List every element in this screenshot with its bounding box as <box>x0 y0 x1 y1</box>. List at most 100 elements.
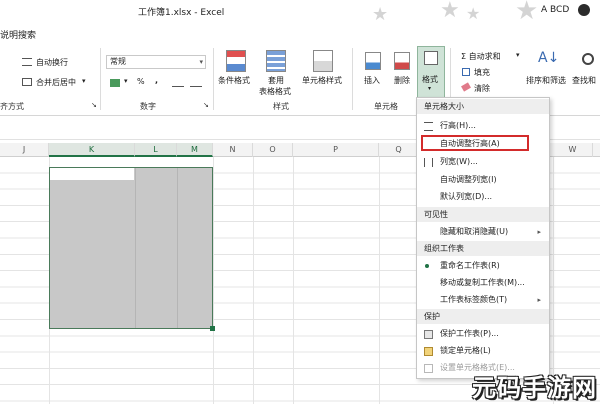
window-title: 工作簿1.xlsx - Excel <box>138 8 225 18</box>
grid-line <box>177 168 178 328</box>
chevron-down-icon[interactable]: ▾ <box>516 51 520 59</box>
column-header[interactable]: W <box>553 143 593 157</box>
cell-styles-icon[interactable] <box>313 50 333 72</box>
column-header[interactable]: O <box>253 143 293 157</box>
menu-item-lock-cell[interactable]: 锁定单元格(L) <box>417 343 549 359</box>
group-divider <box>352 48 353 110</box>
wrap-text-button[interactable]: 自动换行 <box>36 57 68 68</box>
chevron-down-icon: ▾ <box>199 58 203 66</box>
chevron-down-icon: ▾ <box>428 85 432 92</box>
comma-style-button[interactable]: , <box>155 76 158 85</box>
group-divider <box>213 48 214 110</box>
format-as-table-line2[interactable]: 表格格式 <box>259 86 291 97</box>
conditional-formatting-button[interactable]: 条件格式 <box>218 75 250 86</box>
cell-styles-button[interactable]: 单元格样式 <box>302 75 342 86</box>
menu-item-move-copy[interactable]: 移动或复制工作表(M)... <box>417 275 549 291</box>
watermark-text: 元码手游网 <box>472 374 597 402</box>
cells-group-label: 单元格 <box>374 102 398 111</box>
grid-line <box>379 157 380 404</box>
menu-item-protect-sheet[interactable]: 保护工作表(P)... <box>417 326 549 342</box>
grid-line <box>553 157 554 404</box>
submenu-arrow-icon: ▸ <box>537 228 541 236</box>
number-format-value: 常规 <box>110 57 126 66</box>
lock-icon <box>424 347 433 356</box>
sort-filter-button[interactable]: 排序和筛选 <box>526 75 566 86</box>
insert-cells-icon[interactable] <box>365 52 381 70</box>
chevron-down-icon[interactable]: ▾ <box>124 77 128 85</box>
delete-cells-icon[interactable] <box>394 52 410 70</box>
find-select-button[interactable]: 查找和 <box>572 75 596 86</box>
selected-range[interactable] <box>49 167 213 329</box>
star-decoration-icon: ★ <box>440 0 460 23</box>
grid-line <box>213 157 214 404</box>
chevron-down-icon[interactable]: ▾ <box>82 77 86 85</box>
column-header[interactable]: J <box>0 143 49 157</box>
menu-item-default-width[interactable]: 默认列宽(D)... <box>417 189 549 205</box>
search-icon <box>582 53 594 65</box>
excel-window: 工作簿1.xlsx - Excel ★ ★ ★ ★ A BCD 说明搜索 自动换… <box>0 0 600 404</box>
column-header[interactable]: P <box>293 143 379 157</box>
column-header[interactable]: L <box>135 143 177 157</box>
insert-button[interactable]: 插入 <box>364 75 380 86</box>
star-decoration-icon: ★ <box>466 4 481 23</box>
percent-button[interactable]: % <box>137 77 145 86</box>
merge-center-icon <box>22 78 32 86</box>
column-header[interactable]: Q <box>379 143 419 157</box>
menu-section-header: 组织工作表 <box>417 241 549 256</box>
grid-line <box>293 157 294 404</box>
format-icon <box>424 51 438 65</box>
menu-item-column-width[interactable]: 列宽(W)... <box>417 154 549 170</box>
column-header[interactable]: M <box>177 143 213 157</box>
delete-button[interactable]: 删除 <box>394 75 410 86</box>
menu-section-header: 单元格大小 <box>417 99 549 114</box>
format-cells-icon <box>424 364 433 373</box>
column-header[interactable]: N <box>213 143 253 157</box>
column-header[interactable]: K <box>49 143 135 157</box>
format-as-table-line1[interactable]: 套用 <box>268 75 284 86</box>
menu-section-header: 可见性 <box>417 207 549 222</box>
alignment-group-label: 齐方式 <box>0 102 24 111</box>
bullet-icon <box>425 264 429 268</box>
grid-line <box>253 157 254 404</box>
column-width-icon <box>424 158 433 167</box>
star-decoration-icon: ★ <box>515 0 539 26</box>
format-button[interactable]: 格式 ▾ <box>417 46 445 98</box>
number-format-select[interactable]: 常规 ▾ <box>106 55 206 69</box>
tell-me-search[interactable]: 说明搜索 <box>0 28 36 41</box>
submenu-arrow-icon: ▸ <box>537 296 541 304</box>
merge-center-button[interactable]: 合并后居中 <box>36 77 76 88</box>
currency-icon[interactable] <box>110 79 120 87</box>
wrap-text-icon <box>22 58 32 66</box>
star-decoration-icon: ★ <box>372 4 389 25</box>
dialog-launcher-icon[interactable]: ↘ <box>203 101 209 109</box>
protect-sheet-icon <box>424 330 433 339</box>
dialog-launcher-icon[interactable]: ↘ <box>91 101 97 109</box>
menu-item-row-height[interactable]: 行高(H)... <box>417 118 549 134</box>
conditional-formatting-icon[interactable] <box>226 50 246 72</box>
menu-item-rename-sheet[interactable]: 重命名工作表(R) <box>417 258 549 274</box>
grid-line <box>135 168 136 328</box>
fill-button[interactable]: 填充 <box>474 67 490 78</box>
row-height-icon <box>424 122 433 131</box>
styles-group-label: 样式 <box>273 102 289 111</box>
format-button-label: 格式 <box>422 75 438 84</box>
fill-icon <box>462 68 470 76</box>
fill-handle[interactable] <box>210 326 215 331</box>
group-divider <box>100 48 101 110</box>
number-group-label: 数字 <box>140 102 156 111</box>
autosum-button[interactable]: Σ 自动求和 <box>461 51 501 62</box>
sort-icon: A↓ <box>538 50 560 66</box>
user-name[interactable]: A BCD <box>541 5 569 15</box>
menu-section-header: 保护 <box>417 309 549 324</box>
active-cell[interactable] <box>50 168 134 180</box>
format-as-table-icon[interactable] <box>266 50 286 72</box>
increase-decimal-icon[interactable] <box>172 78 184 87</box>
menu-item-tab-color[interactable]: 工作表标签颜色(T) ▸ <box>417 292 549 308</box>
menu-item-autofit-column[interactable]: 自动调整列宽(I) <box>417 172 549 188</box>
decrease-decimal-icon[interactable] <box>190 78 202 87</box>
avatar[interactable] <box>578 4 590 16</box>
clear-button[interactable]: 清除 <box>474 83 490 94</box>
menu-item-hide-unhide[interactable]: 隐藏和取消隐藏(U) ▸ <box>417 224 549 240</box>
highlight-box <box>421 135 529 151</box>
title-bar: 工作簿1.xlsx - Excel ★ ★ ★ ★ A BCD <box>0 0 600 24</box>
